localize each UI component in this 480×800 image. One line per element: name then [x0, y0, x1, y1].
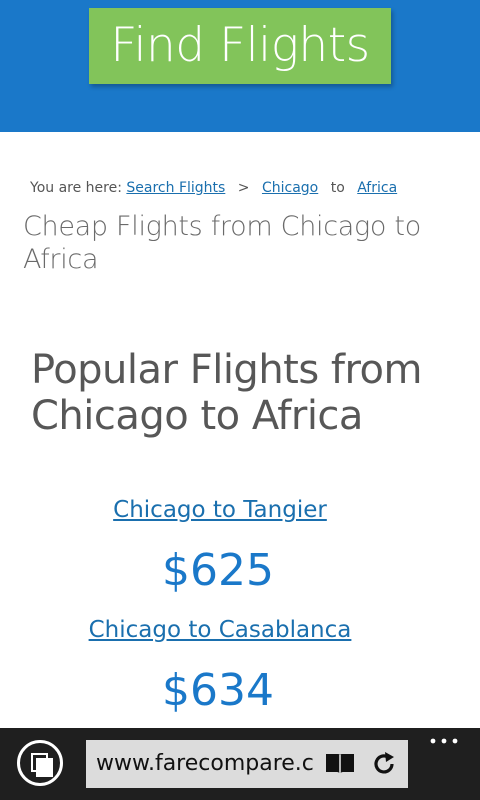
refresh-icon[interactable]	[370, 750, 398, 778]
breadcrumb-prefix: You are here:	[30, 180, 122, 196]
breadcrumb: You are here: Search Flights > Chicago t…	[30, 180, 397, 196]
breadcrumb-link-africa[interactable]: Africa	[357, 180, 397, 196]
flight-price-casablanca: $634	[162, 665, 274, 716]
reader-icon[interactable]	[324, 752, 356, 776]
flight-price-tangier: $625	[162, 545, 274, 596]
breadcrumb-connector: to	[330, 180, 345, 196]
more-icon[interactable]	[429, 736, 459, 746]
breadcrumb-link-chicago[interactable]: Chicago	[262, 180, 318, 196]
find-flights-button[interactable]: Find Flights	[89, 8, 391, 84]
address-bar[interactable]: www.farecompare.c	[86, 740, 408, 788]
page-title: Cheap Flights from Chicago to Africa	[23, 211, 421, 275]
tabs-icon[interactable]	[17, 740, 63, 786]
header-banner: Find Flights	[0, 0, 480, 132]
breadcrumb-link-search-flights[interactable]: Search Flights	[126, 180, 225, 196]
breadcrumb-separator: >	[237, 180, 250, 196]
flight-route-link-casablanca[interactable]: Chicago to Casablanca	[0, 617, 440, 643]
url-text[interactable]: www.farecompare.c	[96, 740, 316, 788]
browser-app-bar: www.farecompare.c	[0, 728, 480, 800]
flight-route-link-tangier[interactable]: Chicago to Tangier	[0, 497, 440, 523]
section-title: Popular Flights from Chicago to Africa	[31, 347, 423, 439]
